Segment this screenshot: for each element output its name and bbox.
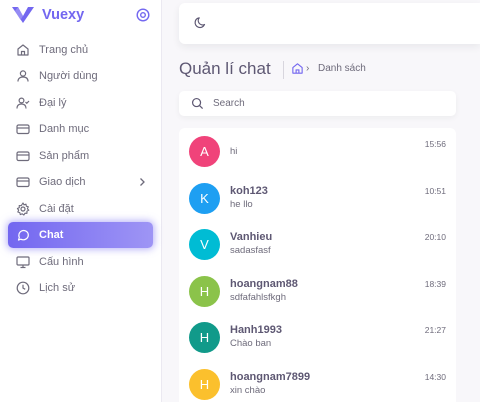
chat-item[interactable]: K koh123 he llo 10:51 [179,175,456,221]
breadcrumb-current: Danh sách [318,63,366,74]
chat-time: 21:27 [424,325,446,335]
chat-last-message: sdfafahlsfkgh [230,292,286,303]
sidebar-item-label: Lịch sử [39,282,76,294]
breadcrumb-separator: › [306,63,310,74]
page-title: Quản lí chat [179,59,271,78]
chat-time: 20:10 [424,232,446,242]
chat-item[interactable]: H hoangnam88 sdfafahlsfkgh 18:39 [179,268,456,314]
chat-last-message: sadasfasf [230,245,271,256]
sidebar-item-label: Chat [39,229,64,241]
sidebar: Vuexy Trang chủ Người dùng Đại lý Danh m… [0,0,162,402]
sidebar-item-label: Trang chủ [39,44,89,56]
moon-icon[interactable] [193,16,207,30]
sidebar-item-label: Sản phẩm [39,150,90,162]
chevron-right-icon[interactable] [137,177,147,187]
chat-last-message: hi [230,146,238,157]
sidebar-item-label: Cài đặt [39,203,74,215]
sidebar-item-label: Danh mục [39,123,90,135]
sidebar-item-chat[interactable]: Chat [8,222,153,248]
vuexy-logo-icon [12,7,34,23]
chat-name: Vanhieu [230,231,273,243]
chat-name: koh123 [230,185,268,197]
chat-time: 14:30 [424,372,446,382]
brand[interactable]: Vuexy [12,5,84,25]
sidebar-item-transactions[interactable]: Giao dịch [8,169,153,195]
avatar: V [189,229,220,260]
sidebar-item-agents[interactable]: Đại lý [8,90,153,116]
toggle-menu-icon[interactable] [136,8,150,22]
top-navbar [179,3,480,44]
gear-icon [16,202,30,216]
sidebar-item-users[interactable]: Người dùng [8,63,153,89]
brand-name: Vuexy [42,7,85,23]
title-divider [283,61,284,79]
sidebar-item-label: Giao dịch [39,176,86,188]
sidebar-item-label: Người dùng [39,70,98,82]
sidebar-item-products[interactable]: Sản phẩm [8,143,153,169]
search-input[interactable] [213,95,443,112]
chat-name: Hanh1993 [230,324,282,336]
chat-item[interactable]: A hi 15:56 [179,128,456,174]
sidebar-item-home[interactable]: Trang chủ [8,37,153,63]
chat-name: hoangnam88 [230,278,298,290]
monitor-icon [16,255,30,269]
user-icon [16,69,30,83]
credit-card-icon [16,122,30,136]
clock-icon [16,281,30,295]
sidebar-item-history[interactable]: Lịch sử [8,275,153,301]
message-circle-icon [16,228,30,242]
home-icon[interactable] [291,62,304,75]
credit-card-icon [16,149,30,163]
chat-last-message: Chào ban [230,338,272,349]
home-icon [16,43,30,57]
chat-time: 18:39 [424,279,446,289]
sidebar-item-label: Cấu hình [39,256,84,268]
sidebar-item-config[interactable]: Cấu hình [8,249,153,275]
chat-last-message: xin chào [230,385,266,396]
credit-card-icon [16,175,30,189]
chat-last-message: he llo [230,199,253,210]
search-icon [191,97,204,110]
chat-time: 15:56 [424,139,446,149]
chat-item[interactable]: V Vanhieu sadasfasf 20:10 [179,221,456,267]
sidebar-item-label: Đại lý [39,97,67,109]
chat-time: 10:51 [424,186,446,196]
avatar: H [189,369,220,400]
chat-item[interactable]: H Hanh1993 Chào ban 21:27 [179,314,456,360]
search-box [179,91,456,116]
avatar: H [189,276,220,307]
user-check-icon [16,96,30,110]
sidebar-item-settings[interactable]: Cài đặt [8,196,153,222]
chat-list: A hi 15:56 K koh123 he llo 10:51 V Vanhi… [179,128,456,402]
avatar: A [189,136,220,167]
chat-item[interactable]: H hoangnam7899 xin chào 14:30 [179,361,456,402]
chat-name: hoangnam7899 [230,371,311,383]
sidebar-item-categories[interactable]: Danh mục [8,116,153,142]
avatar: H [189,322,220,353]
avatar: K [189,183,220,214]
